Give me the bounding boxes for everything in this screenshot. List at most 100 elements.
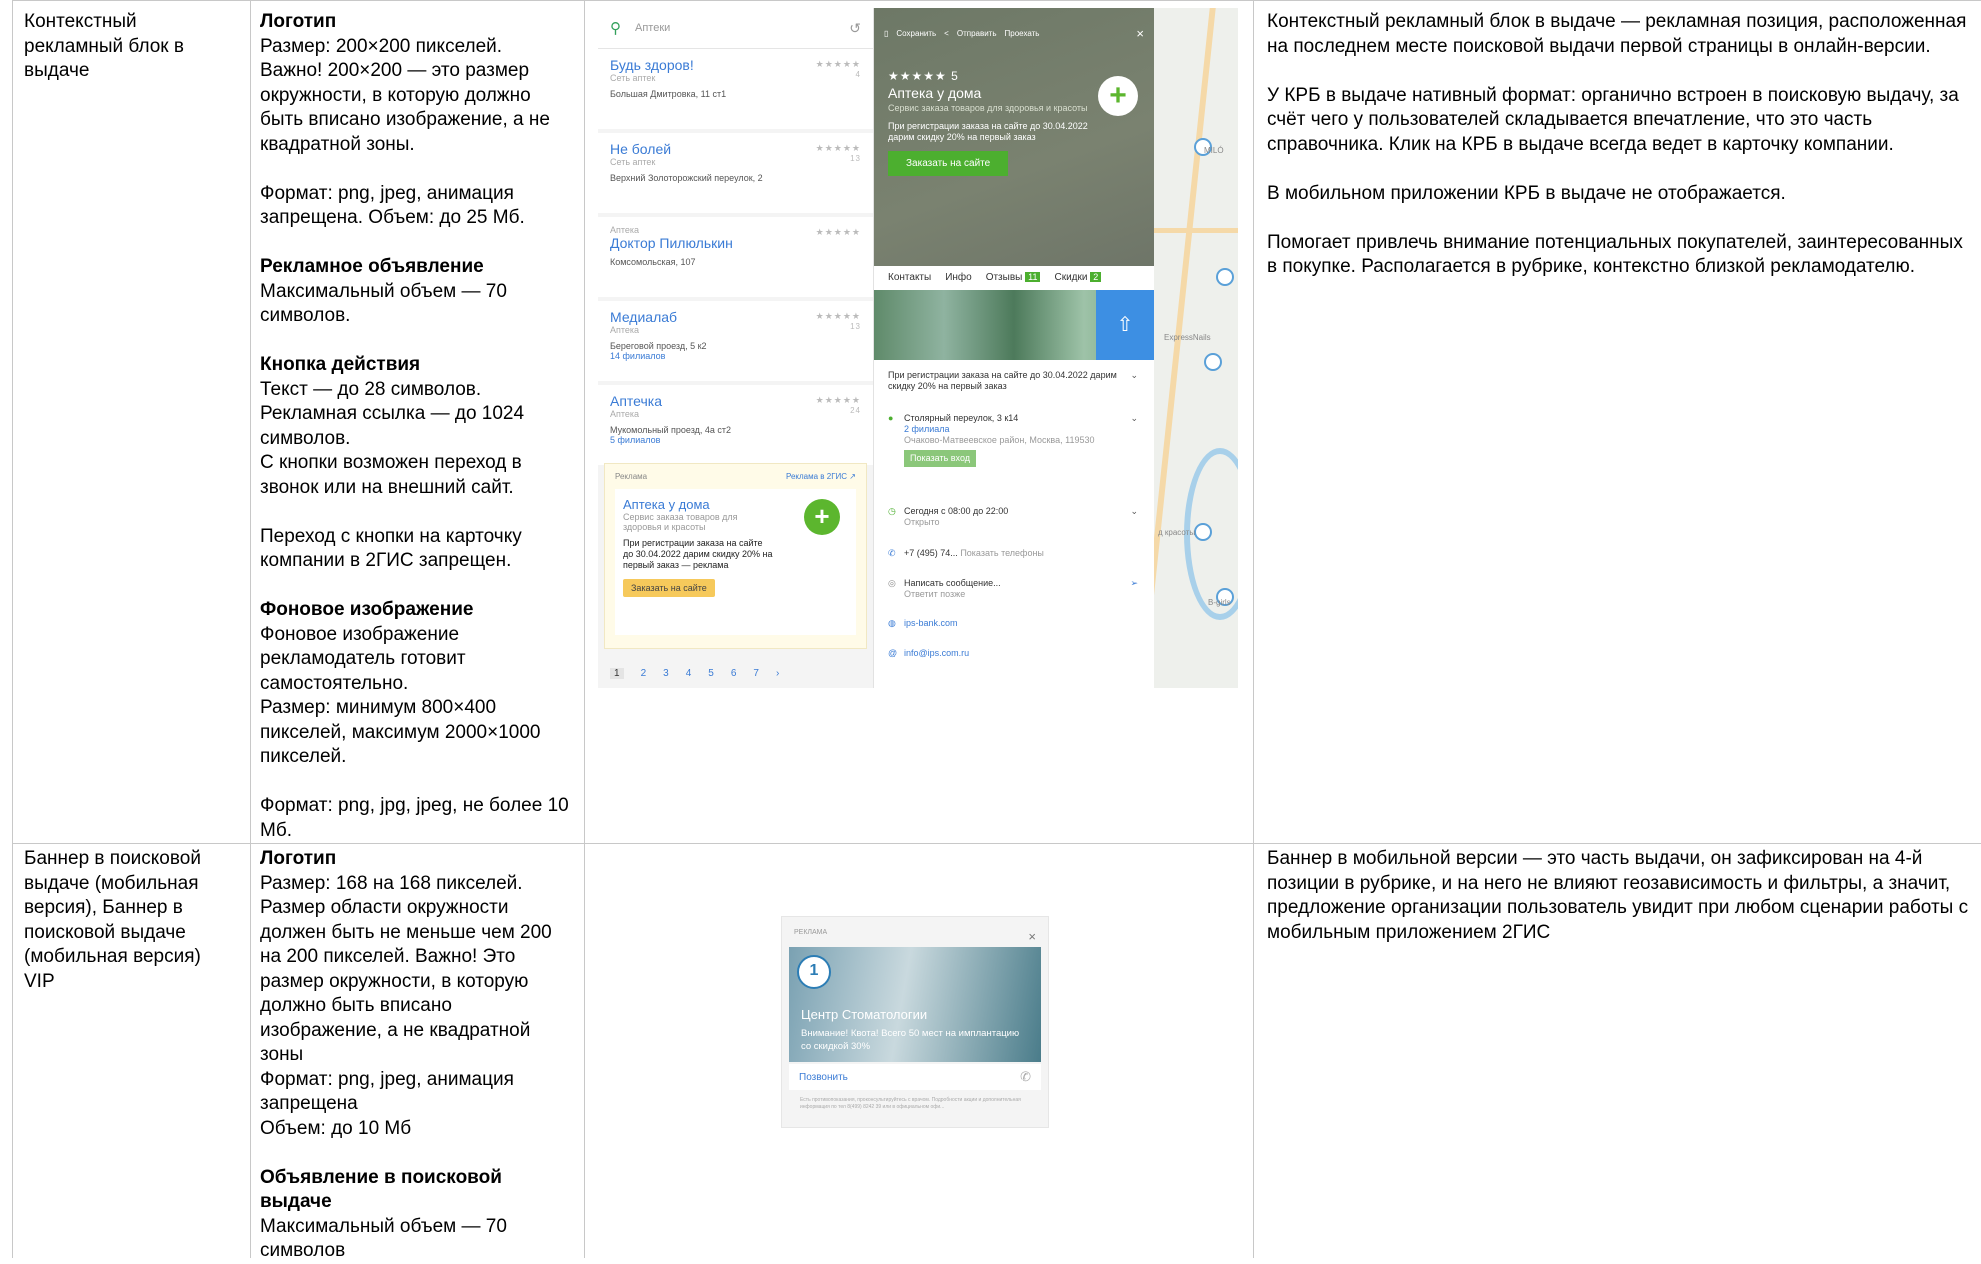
rating-stars: ★★★★★ 13 [815,311,861,331]
pagination: 1 2 3 4 5 6 7 › [610,668,779,679]
req-logo: Логотип Размер: 200×200 пикселей. Важно!… [260,11,550,228]
call-button[interactable]: Позвонить ✆ [789,1064,1041,1090]
row1-description: Контекстный рекламный блок в выдаче — ре… [1267,11,1967,277]
pin-icon: ● [888,413,894,423]
ad-order-button[interactable]: Заказать на сайте [623,579,715,597]
mobile-banner-screenshot: РЕКЛАМА × 1 Центр Стоматологии Внимание!… [781,916,1049,1128]
map-label: ExpressNails [1164,333,1211,342]
message-row[interactable]: ◎ Написать сообщение... Ответит позже ➢ [888,578,1138,600]
search-icon: ⚲ [610,20,621,37]
company-tabs: Контакты Инфо Отзывы 11 Скидки 2 [888,272,1102,283]
table-border-col3 [1253,0,1254,1258]
page-link[interactable]: 7 [753,668,759,679]
photo-strip[interactable]: ⇧ [874,290,1154,360]
clock-icon: ◷ [888,506,896,516]
search-input[interactable]: Аптеки [635,22,835,34]
ad-card[interactable]: Аптека у дома Сервис заказа товаров для … [615,489,856,635]
req-logo: Логотип Размер: 168 на 168 пикселей. Раз… [260,848,552,1139]
clinic-logo: 1 [797,955,831,989]
ad-text: При регистрации заказа на сайте до 30.04… [623,538,773,570]
close-icon[interactable]: × [1136,26,1144,41]
search-results-screenshot: ⚲ Аптеки ↺ Будь здоров! Сеть аптек Больш… [598,8,1238,688]
search-bar[interactable]: ⚲ Аптеки ↺ [598,8,873,49]
list-item[interactable]: Будь здоров! Сеть аптек Большая Дмитровк… [598,49,873,129]
banner-text: Внимание! Квота! Всего 50 мест на имплан… [801,1028,1020,1052]
page-link[interactable]: 5 [708,668,714,679]
hours-row[interactable]: ◷ Сегодня с 08:00 до 22:00 Открыто ⌄ [888,506,1138,528]
row2-name: Баннер в поисковой выдаче (мобильная вер… [24,848,201,992]
map-pin-icon[interactable] [1204,353,1222,371]
rating-stars: ★★★★★ 13 [815,143,861,163]
email-row[interactable]: @ info@ips.com.ru [888,648,1138,659]
upload-photo-icon[interactable]: ⇧ [1096,290,1154,360]
route-button[interactable]: Проехать [1005,29,1040,38]
message-icon: ◎ [888,578,896,588]
chevron-down-icon[interactable]: ⌄ [1130,413,1138,424]
page-link[interactable]: 3 [663,668,669,679]
tab-info[interactable]: Инфо [945,272,972,283]
req-ad: Рекламное объявление Максимальный объем … [260,256,507,326]
map-pin-icon[interactable] [1216,268,1234,286]
chevron-down-icon[interactable]: ⌄ [1130,370,1138,381]
table-row-divider [12,843,1981,844]
row1-name: Контекстный рекламный блок в выдаче [24,11,184,81]
website-row[interactable]: ◍ ips-bank.com [888,618,1138,629]
tab-reviews[interactable]: Отзывы 11 [986,272,1041,283]
banner-title: Центр Стоматологии [801,1007,928,1022]
ad-label: Реклама [615,472,648,481]
share-icon[interactable]: < [944,29,949,38]
phone-icon: ✆ [1020,1069,1031,1084]
map-area[interactable]: MILÓ ExpressNails д красоты B-girls [1154,8,1238,688]
list-item[interactable]: Не болей Сеть аптек Верхний Золоторожски… [598,133,873,213]
promo-row[interactable]: При регистрации заказа на сайте до 30.04… [888,370,1138,392]
table-border-col1 [250,0,251,1258]
table-border-col2 [584,0,585,1258]
email-icon: @ [888,648,898,658]
phone-row[interactable]: ✆ +7 (495) 74... Показать телефоны [888,548,1138,559]
close-icon[interactable]: × [1028,929,1036,944]
map-pin-icon[interactable] [1194,523,1212,541]
results-list: ⚲ Аптеки ↺ Будь здоров! Сеть аптек Больш… [598,8,874,688]
pharmacy-cross-icon: + [804,499,840,535]
row1-requirements: Логотип Размер: 200×200 пикселей. Важно!… [260,10,570,843]
pharmacy-cross-icon: + [1098,76,1138,116]
phone-icon: ✆ [888,548,896,558]
page-link[interactable]: 1 [610,668,624,679]
row2-requirements: Логотип Размер: 168 на 168 пикселей. Раз… [260,847,570,1264]
show-entrance-button[interactable]: Показать вход [904,450,976,467]
chevron-down-icon[interactable]: ⌄ [1130,506,1138,517]
page-link[interactable]: 6 [731,668,737,679]
address-row[interactable]: ● Столярный переулок, 3 к14 2 филиала Оча… [888,413,1138,467]
rating-stars: ★★★★★ [815,227,861,237]
tab-contacts[interactable]: Контакты [888,272,931,283]
page-link[interactable]: 2 [641,668,647,679]
save-button[interactable]: Сохранить [896,29,936,38]
page-link[interactable]: 4 [686,668,692,679]
map-label: д красоты [1158,528,1196,537]
list-item[interactable]: Аптечка Аптека Мукомольный проезд, 4а ст… [598,385,873,465]
company-hero: ▯ Сохранить < Отправить Проехать × ★★★★★… [874,8,1154,266]
map-label: B-girls [1208,598,1231,607]
bookmark-icon[interactable]: ▯ [884,29,888,38]
company-card: ▯ Сохранить < Отправить Проехать × ★★★★★… [874,8,1154,688]
table-border-left [12,0,13,1258]
req-background: Фоновое изображение Фоновое изображение … [260,599,569,841]
route-icon[interactable]: ↺ [849,20,861,37]
list-item[interactable]: Медиалаб Аптека Береговой проезд, 5 к2 1… [598,301,873,381]
next-page-icon[interactable]: › [776,668,779,679]
rating-stars: ★★★★★ 24 [815,395,861,415]
row2-description: Баннер в мобильной версии — это часть вы… [1267,848,1969,943]
ad-link[interactable]: Реклама в 2ГИС ↗ [786,472,856,481]
banner-image[interactable]: 1 Центр Стоматологии Внимание! Квота! Вс… [789,947,1041,1062]
send-button[interactable]: Отправить [957,29,997,38]
banner-disclaimer: Есть противопоказания, проконсультируйте… [800,1097,1021,1110]
send-icon[interactable]: ➢ [1130,578,1138,589]
context-ad-block[interactable]: Реклама Реклама в 2ГИС ↗ Аптека у дома С… [604,463,867,649]
list-item[interactable]: Аптека Доктор Пилюлькин Комсомольская, 1… [598,217,873,297]
tab-discounts[interactable]: Скидки 2 [1054,272,1102,283]
company-promo: При регистрации заказа на сайте до 30.04… [888,121,1088,142]
order-button[interactable]: Заказать на сайте [888,151,1009,176]
ad-label: РЕКЛАМА [794,929,828,936]
req-ad: Объявление в поисковой выдаче Максимальн… [260,1166,507,1262]
table-border-top [12,0,1981,1]
